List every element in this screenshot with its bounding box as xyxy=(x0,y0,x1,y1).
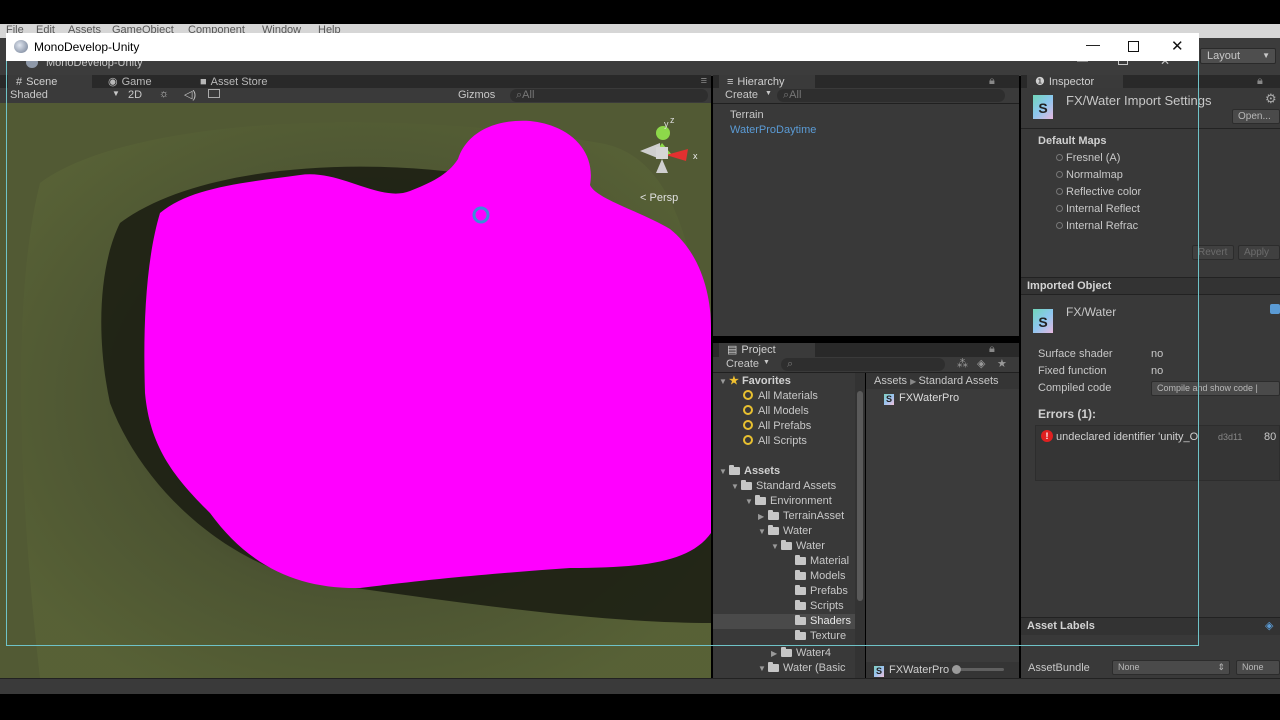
gear-icon[interactable]: ⚙ xyxy=(1265,91,1277,107)
collapse-icon: ▶ xyxy=(771,649,778,658)
screen: File Edit Assets GameObject Component Wi… xyxy=(0,0,1280,720)
help-icon[interactable] xyxy=(1270,304,1280,314)
tree-folder[interactable]: ▼ Water (Basic xyxy=(758,661,846,676)
letterbox xyxy=(0,694,1280,720)
layout-dropdown[interactable]: Layout ▼ xyxy=(1200,48,1276,64)
minimize-icon[interactable]: — xyxy=(1086,36,1100,52)
dropdown-arrow-icon: ⇕ xyxy=(1217,662,1225,672)
layout-label: Layout xyxy=(1207,50,1241,62)
lock-icon[interactable]: 🔒︎ xyxy=(1257,75,1263,88)
close-icon[interactable]: ✕ xyxy=(1171,37,1184,55)
assetbundle-label: AssetBundle xyxy=(1028,662,1090,674)
tree-folder[interactable]: ▶ Water4 xyxy=(771,646,831,661)
monodevelop-icon xyxy=(14,40,28,53)
monodevelop-window[interactable] xyxy=(6,33,1199,646)
window-title: MonoDevelop-Unity xyxy=(34,40,140,54)
folder-icon xyxy=(768,662,779,672)
monodevelop-titlebar[interactable]: MonoDevelop-Unity — ✕ xyxy=(6,33,1199,61)
assetbundle-variant-dropdown[interactable]: None xyxy=(1236,660,1280,675)
shader-icon: S xyxy=(874,666,884,677)
tag-icon[interactable]: ◈ xyxy=(1265,619,1273,632)
file-footer: S FXWaterPro xyxy=(866,662,1019,678)
slider-thumb[interactable] xyxy=(952,665,961,674)
maximize-icon[interactable] xyxy=(1128,41,1139,52)
open-button[interactable]: Open... xyxy=(1232,109,1280,124)
error-platform: d3d11 xyxy=(1218,432,1243,442)
footer-file: S FXWaterPro xyxy=(874,664,950,677)
status-bar xyxy=(0,678,1280,694)
expand-icon: ▼ xyxy=(758,664,766,673)
apply-button[interactable]: Apply xyxy=(1238,245,1280,260)
folder-icon xyxy=(781,647,792,657)
assetbundle-dropdown[interactable]: None ⇕ xyxy=(1112,660,1230,675)
dropdown-arrow-icon: ▼ xyxy=(1262,51,1270,60)
error-line: 80 xyxy=(1264,431,1277,443)
